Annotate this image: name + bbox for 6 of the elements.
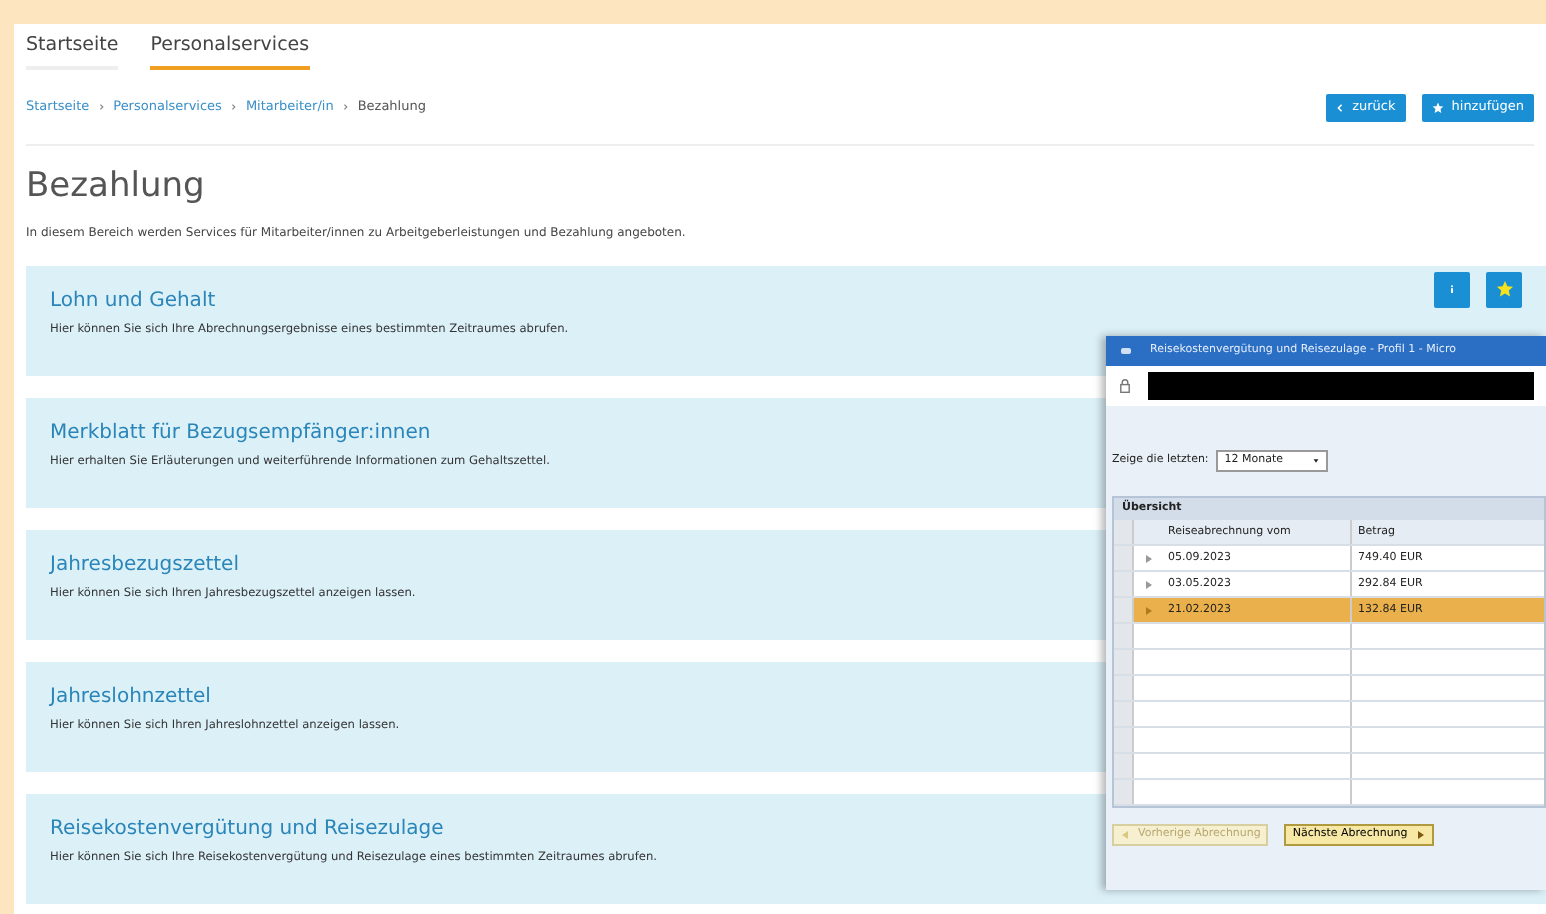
service-title: Jahreslohnzettel xyxy=(50,685,213,710)
service-title: Jahresbezugszettel xyxy=(50,553,241,578)
service-title: Merkblatt für Bezugsempfänger:innen xyxy=(50,421,433,446)
service-title: Reisekostenvergütung und Reisezulage xyxy=(50,817,446,842)
service-title: Lohn und Gehalt xyxy=(50,289,218,314)
page-title: Bezahlung xyxy=(26,166,207,208)
